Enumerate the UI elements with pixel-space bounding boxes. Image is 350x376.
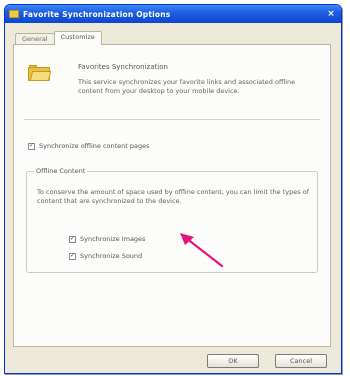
window-title: Favorite Synchronization Options: [23, 9, 171, 19]
sync-sound-checkbox-row[interactable]: ✓ Synchronize Sound: [69, 252, 142, 260]
group-description: To conserve the amount of space used by …: [37, 188, 309, 205]
cancel-button[interactable]: Cancel: [275, 354, 327, 368]
sync-images-checkbox-row[interactable]: ✓ Synchronize Images: [69, 235, 145, 243]
favorites-folder-icon: [28, 65, 52, 81]
sync-offline-checkbox[interactable]: ✓: [28, 142, 35, 150]
options-dialog: Favorite Synchronization Options × Gener…: [4, 4, 342, 374]
sync-images-label: Synchronize Images: [80, 235, 146, 243]
folder-icon: [9, 10, 19, 18]
tab-customize[interactable]: Customize: [53, 31, 102, 45]
close-icon[interactable]: ×: [325, 8, 337, 20]
sync-offline-checkbox-row[interactable]: ✓ Synchronize offline content pages: [28, 142, 150, 150]
customize-panel: Favorites Synchronization This service s…: [13, 44, 331, 347]
ok-button[interactable]: OK: [207, 354, 259, 368]
pointer-arrow-icon: [180, 233, 224, 268]
sync-images-checkbox[interactable]: ✓: [69, 235, 76, 243]
sync-sound-checkbox[interactable]: ✓: [69, 252, 76, 260]
section-heading: Favorites Synchronization: [78, 63, 168, 71]
group-title: Offline Content: [34, 167, 88, 175]
section-description: This service synchronizes your favorite …: [78, 78, 296, 95]
divider: [24, 119, 320, 120]
sync-offline-label: Synchronize offline content pages: [39, 142, 150, 150]
offline-content-group: Offline Content To conserve the amount o…: [26, 167, 318, 273]
tab-strip: General Customize: [15, 31, 102, 45]
title-bar[interactable]: Favorite Synchronization Options ×: [5, 5, 341, 23]
sync-sound-label: Synchronize Sound: [80, 252, 143, 260]
